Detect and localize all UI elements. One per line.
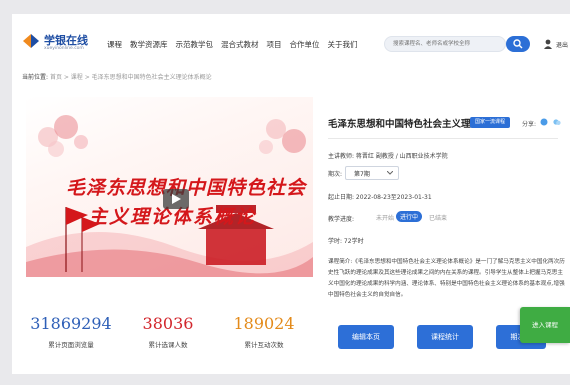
- progress-label: 教学进度:: [328, 216, 355, 223]
- stat-value: 38036: [142, 314, 194, 333]
- nav-item-demo-packages[interactable]: 示范教学包: [176, 39, 214, 50]
- stat-label: 累计选课人数: [148, 341, 188, 349]
- stat-enrollments: 38036 累计选课人数: [123, 314, 213, 349]
- page: 学银在线 xueyinonline.com 课程 教学资源库 示范教学包 混合式…: [12, 14, 570, 374]
- logo-url: xueyinonline.com: [44, 46, 84, 51]
- course-stats-button[interactable]: 课程统计: [417, 325, 473, 349]
- divider: [328, 138, 558, 139]
- search-button[interactable]: [506, 36, 530, 52]
- course-title: 毛泽东思想和中国特色社会主义理...: [328, 119, 482, 130]
- main-nav: 课程 教学资源库 示范教学包 混合式教材 项目 合作单位 关于我们: [107, 39, 366, 50]
- search-input[interactable]: [393, 38, 493, 50]
- logout-link[interactable]: 退出: [556, 40, 568, 49]
- course-dates: 起止日期: 2022-08-23至2023-01-31: [328, 194, 432, 201]
- stat-label: 累计互动次数: [244, 341, 284, 349]
- term-select[interactable]: 第7期: [345, 166, 399, 180]
- edit-page-button[interactable]: 编辑本页: [338, 325, 394, 349]
- nav-item-projects[interactable]: 项目: [267, 39, 282, 50]
- nav-item-resource-library[interactable]: 教学资源库: [130, 39, 168, 50]
- share-label: 分享:: [522, 121, 537, 128]
- breadcrumb-label: 当前位置:: [22, 74, 49, 81]
- logo[interactable]: 学银在线 xueyinonline.com: [22, 32, 88, 60]
- user-icon: [544, 39, 552, 49]
- wechat-share-icon[interactable]: [553, 118, 561, 126]
- progress-in-progress: 进行中: [396, 211, 423, 222]
- stat-interactions: 189024 累计互动次数: [219, 314, 309, 349]
- stat-value: 189024: [233, 314, 295, 333]
- qq-share-icon[interactable]: [540, 118, 548, 126]
- stat-label: 累计页面浏览量: [48, 341, 94, 349]
- course-banner[interactable]: 毛泽东思想和中国特色社会 主义理论体系概论: [26, 97, 313, 277]
- course-hours: 学时: 72学时: [328, 238, 364, 245]
- play-button[interactable]: [163, 189, 189, 209]
- term-value: 第7期: [354, 171, 370, 178]
- nav-item-partners[interactable]: 合作单位: [290, 39, 320, 50]
- enter-course-button[interactable]: 进入课程: [520, 307, 570, 343]
- nav-item-courses[interactable]: 课程: [107, 39, 122, 50]
- breadcrumb-path[interactable]: 首页 > 课程 > 毛泽东思想和中国特色社会主义理论体系概论: [50, 74, 212, 81]
- play-icon: [172, 194, 181, 204]
- course-intro: 课程简介:《毛泽东思想和中国特色社会主义理论体系概论》是一门了解马克思主义中国化…: [328, 259, 565, 298]
- progress-not-started: 未开始: [376, 215, 395, 222]
- nav-item-blended-textbooks[interactable]: 混合式教材: [221, 39, 259, 50]
- course-teacher: 主讲教师: 蒋晋红 副教授 / 山西职业技术学院: [328, 153, 448, 160]
- breadcrumb: 当前位置: 首页 > 课程 > 毛泽东思想和中国特色社会主义理论体系概论: [22, 72, 212, 81]
- chevron-down-icon: [387, 171, 393, 175]
- search-box: [384, 36, 506, 52]
- search-icon: [513, 39, 523, 49]
- logo-icon: [23, 34, 39, 48]
- stat-value: 31869294: [30, 314, 112, 333]
- stat-page-views: 31869294 累计页面浏览量: [26, 314, 116, 349]
- progress-finished: 已结束: [429, 215, 448, 222]
- site-header: 学银在线 xueyinonline.com 课程 教学资源库 示范教学包 混合式…: [12, 14, 570, 66]
- nav-item-about[interactable]: 关于我们: [328, 39, 358, 50]
- term-label: 期次:: [328, 171, 343, 178]
- course-badge: 国家一流课程: [470, 117, 510, 128]
